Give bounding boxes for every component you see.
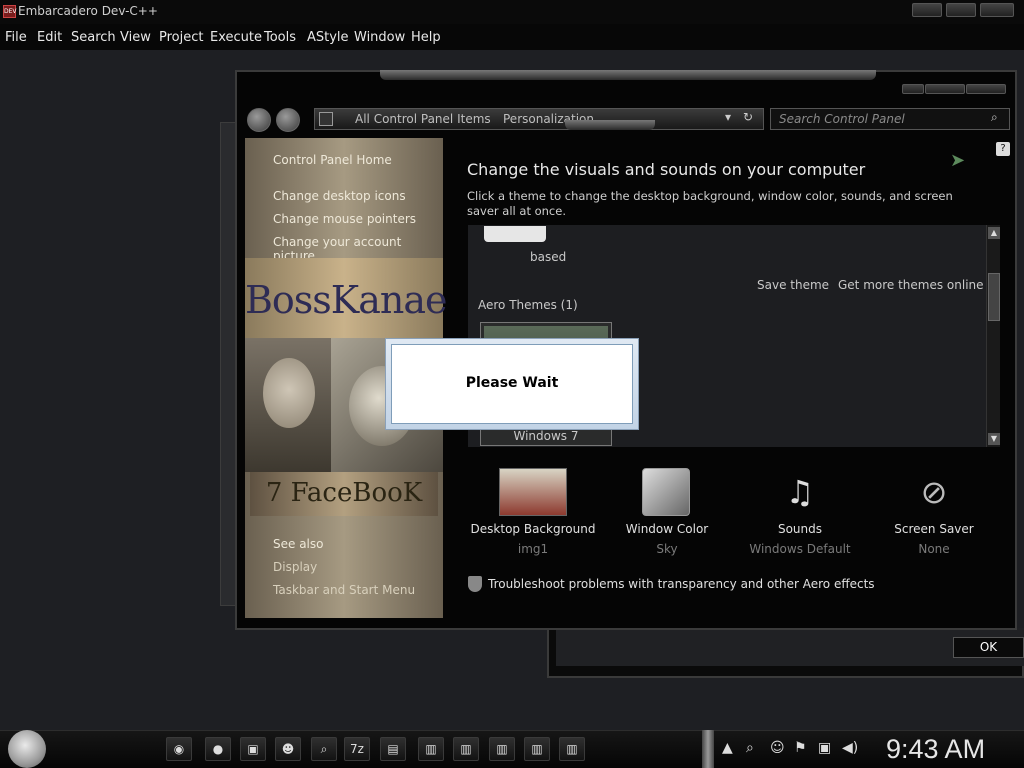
taskbar-clock[interactable]: 9:43 AM: [886, 734, 985, 765]
save-theme-link[interactable]: Save theme: [757, 278, 829, 292]
sidebar-banner-top: BossKanae: [245, 258, 447, 338]
sidebar-banner-bottom: 7 FaceBooK: [250, 472, 438, 516]
taskbar-app-7zip-icon[interactable]: 7z: [344, 737, 370, 761]
volume-tray-icon[interactable]: ◀): [842, 740, 858, 756]
banner-top-text: BossKanae: [245, 278, 447, 322]
taskbar-app-media-icon[interactable]: ◉: [166, 737, 192, 761]
screen-saver-label[interactable]: Screen Saver: [869, 522, 999, 536]
network-tray-icon[interactable]: ▣: [818, 740, 831, 756]
cp-minimize-button[interactable]: [902, 84, 924, 94]
sounds-label[interactable]: Sounds: [735, 522, 865, 536]
sounds-icon[interactable]: ♫: [776, 468, 824, 516]
face-shape: [263, 358, 315, 428]
taskbar-app-notepad-icon[interactable]: ▥: [418, 737, 444, 761]
see-also-title: See also: [273, 537, 324, 551]
address-bar[interactable]: All Control Panel Items Personalization …: [314, 108, 764, 130]
window-top-glass: [380, 70, 876, 80]
tray-expand-handle[interactable]: [702, 730, 714, 768]
scroll-down-icon[interactable]: ▼: [988, 433, 1000, 445]
menu-bar: File Edit Search View Project Execute To…: [0, 24, 1024, 50]
page-description: Click a theme to change the desktop back…: [467, 189, 953, 218]
theme-label-partial: based: [530, 250, 567, 264]
control-panel-icon: [319, 112, 333, 126]
action-center-flag-icon[interactable]: ⚑: [794, 740, 807, 756]
breadcrumb-all-items[interactable]: All Control Panel Items: [355, 112, 491, 126]
app-title: Embarcadero Dev-C++: [18, 4, 158, 18]
taskbar-app-document-icon[interactable]: ▤: [380, 737, 406, 761]
taskbar-app-notepad-icon[interactable]: ▥: [524, 737, 550, 761]
maximize-button[interactable]: [946, 3, 976, 17]
ok-button[interactable]: OK: [953, 637, 1024, 658]
refresh-icon[interactable]: ↻: [743, 110, 753, 124]
menu-view[interactable]: View: [120, 30, 151, 45]
shield-icon: [468, 576, 482, 592]
desktop-background-value: img1: [517, 542, 549, 556]
start-button[interactable]: [8, 730, 46, 768]
search-tray-icon[interactable]: ⌕: [746, 740, 754, 756]
search-input[interactable]: Search Control Panel ⌕: [770, 108, 1010, 130]
sidebar-item-taskbar[interactable]: Taskbar and Start Menu: [273, 583, 415, 597]
menu-file[interactable]: File: [5, 30, 27, 45]
menu-tools[interactable]: Tools: [264, 30, 296, 45]
theme-thumbnail-partial[interactable]: [484, 226, 546, 242]
theme-list-scrollbar[interactable]: ▲ ▼: [986, 225, 1000, 447]
menu-edit[interactable]: Edit: [37, 30, 62, 45]
screen-saver-value: None: [918, 542, 950, 556]
window-color-label[interactable]: Window Color: [602, 522, 732, 536]
vlc-tray-icon[interactable]: ▲: [722, 740, 733, 756]
taskbar-app-notepad-icon[interactable]: ▥: [559, 737, 585, 761]
page-title: Change the visuals and sounds on your co…: [467, 160, 866, 179]
get-more-themes-link[interactable]: Get more themes online: [838, 278, 984, 292]
scroll-thumb[interactable]: [988, 273, 1000, 321]
sidebar-item-desktop-icons[interactable]: Change desktop icons: [273, 189, 406, 203]
sounds-value: Windows Default: [749, 542, 851, 556]
theme-name: Windows 7: [513, 429, 579, 443]
menu-help[interactable]: Help: [411, 30, 441, 45]
taskbar-app-notepad-icon[interactable]: ▥: [489, 737, 515, 761]
taskbar-app-notepad-icon[interactable]: ▥: [453, 737, 479, 761]
please-wait-message: Please Wait: [465, 375, 559, 391]
window-color-icon[interactable]: [642, 468, 690, 516]
sidebar-item-home[interactable]: Control Panel Home: [273, 153, 392, 167]
close-button[interactable]: [980, 3, 1014, 17]
menu-astyle[interactable]: AStyle: [307, 30, 349, 45]
window-glass-tab: [565, 120, 655, 130]
taskbar-app-smiley-icon[interactable]: ☻: [275, 737, 301, 761]
scroll-up-icon[interactable]: ▲: [988, 227, 1000, 239]
menu-window[interactable]: Window: [354, 30, 405, 45]
dropdown-arrow-icon[interactable]: ▾: [725, 110, 731, 124]
search-icon[interactable]: ⌕: [991, 110, 998, 125]
portrait-image: [245, 338, 331, 472]
taskbar-app-firefox-icon[interactable]: ●: [205, 737, 231, 761]
taskbar-app-camera-icon[interactable]: ▣: [240, 737, 266, 761]
menu-project[interactable]: Project: [159, 30, 203, 45]
sidebar-item-display[interactable]: Display: [273, 560, 317, 574]
cp-close-button[interactable]: [966, 84, 1006, 94]
search-placeholder: Search Control Panel: [779, 112, 905, 126]
desktop-background-label[interactable]: Desktop Background: [468, 522, 598, 536]
menu-search[interactable]: Search: [71, 30, 116, 45]
emoticon-tray-icon[interactable]: ☺: [770, 740, 785, 756]
app-titlebar: DEV Embarcadero Dev-C++: [0, 0, 1024, 24]
minimize-button[interactable]: [912, 3, 942, 17]
aero-themes-group-title: Aero Themes (1): [478, 298, 578, 312]
cp-maximize-button[interactable]: [925, 84, 965, 94]
app-icon: DEV: [3, 5, 17, 18]
cursor-icon: ➤: [950, 150, 966, 171]
troubleshoot-link[interactable]: Troubleshoot problems with transparency …: [488, 577, 875, 591]
help-icon[interactable]: ?: [996, 142, 1010, 156]
screen-saver-icon[interactable]: ⊘: [910, 468, 958, 516]
sidebar-item-mouse-pointers[interactable]: Change mouse pointers: [273, 212, 416, 226]
menu-execute[interactable]: Execute: [210, 30, 262, 45]
taskbar-app-search-icon[interactable]: ⌕: [311, 737, 337, 761]
window-color-value: Sky: [656, 542, 678, 556]
forward-button[interactable]: [276, 108, 300, 132]
desktop-background-icon[interactable]: [499, 468, 567, 516]
back-button[interactable]: [247, 108, 271, 132]
banner-bottom-text: 7 FaceBooK: [265, 478, 423, 508]
